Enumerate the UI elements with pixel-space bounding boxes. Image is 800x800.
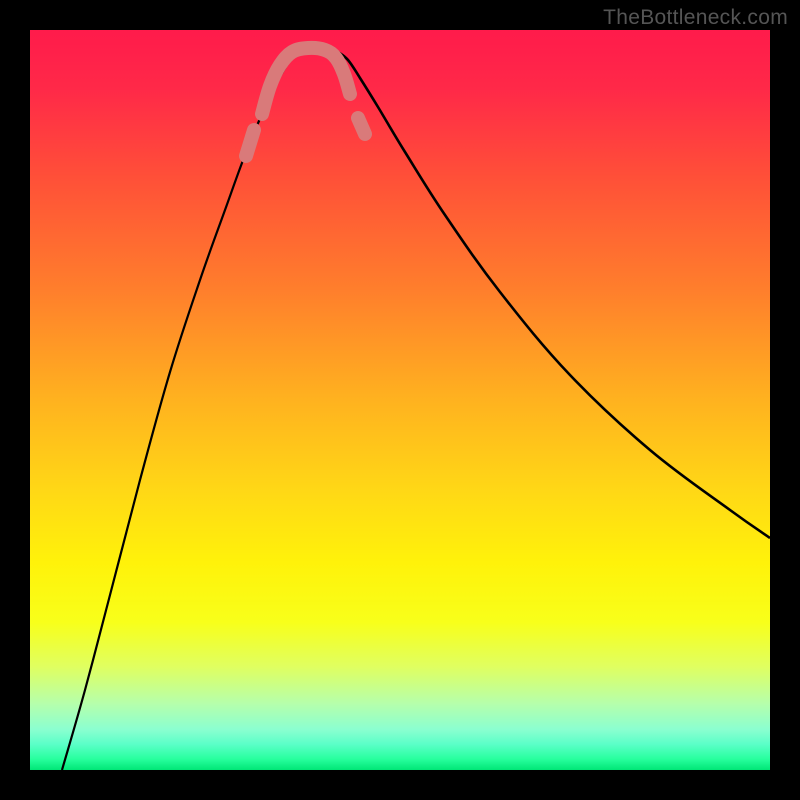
series-bottom-segment (262, 48, 350, 114)
series-right-ascent (338, 52, 770, 538)
chart-frame: TheBottleneck.com (0, 0, 800, 800)
series-bottom-dot-left-1 (246, 130, 254, 156)
curve-layer (30, 30, 770, 770)
series-left-descent (62, 52, 298, 770)
watermark-text: TheBottleneck.com (603, 6, 788, 30)
plot-area (30, 30, 770, 770)
series-bottom-dot-right-1 (358, 118, 365, 134)
